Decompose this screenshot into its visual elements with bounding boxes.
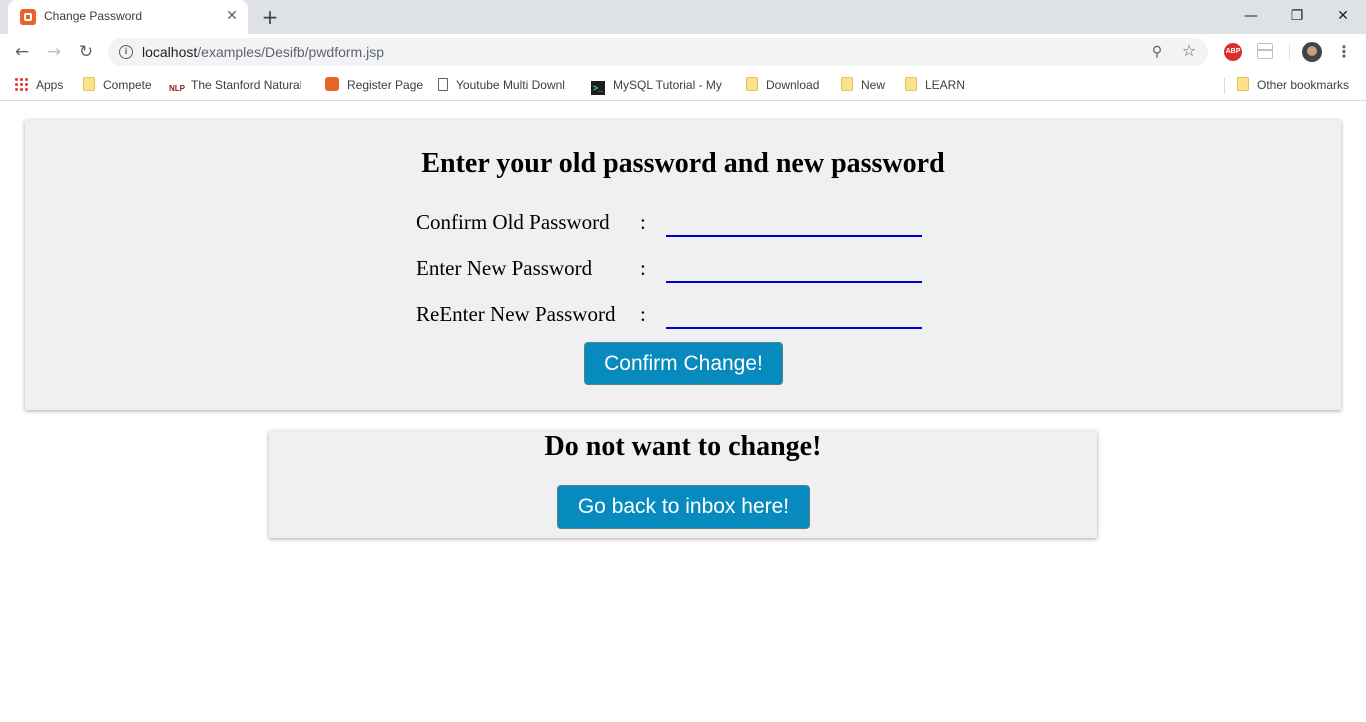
- bookmark-register-page[interactable]: Register Page: [325, 76, 423, 94]
- url-path: /examples/Desifb/pwdform.jsp: [197, 44, 385, 60]
- profile-avatar[interactable]: [1302, 42, 1322, 62]
- browser-menu-icon[interactable]: ⋮: [1336, 40, 1352, 64]
- extension-layout-icon[interactable]: [1257, 43, 1273, 59]
- bookmark-label: Compete: [103, 78, 152, 92]
- url-text[interactable]: localhost/examples/Desifb/pwdform.jsp: [142, 44, 384, 60]
- bookmark-download[interactable]: Download: [746, 76, 819, 94]
- new-password-label: Enter New Password: [416, 256, 593, 280]
- bookmark-label: New: [861, 78, 886, 92]
- folder-icon: [1237, 77, 1249, 91]
- new-password-input[interactable]: [666, 259, 922, 283]
- bookmark-new[interactable]: New: [841, 76, 885, 94]
- page-icon: [438, 78, 448, 91]
- folder-icon: [841, 77, 853, 91]
- back-arrow-icon[interactable]: ←: [10, 40, 34, 64]
- reenter-password-input[interactable]: [666, 305, 922, 329]
- bookmark-label: Download: [766, 78, 820, 92]
- go-back-heading: Do not want to change!: [544, 431, 822, 462]
- old-password-label: Confirm Old Password: [416, 210, 610, 234]
- bookmark-label: Other bookmarks: [1257, 78, 1350, 92]
- bookmark-compete[interactable]: Compete: [83, 76, 152, 94]
- bookmark-star-icon[interactable]: ☆: [1180, 42, 1198, 60]
- folder-icon: [746, 77, 758, 91]
- close-tab-icon[interactable]: ✕: [224, 8, 240, 24]
- bookmarks-bar: Apps Compete NLP The Stanford Natural Reg…: [0, 70, 1366, 101]
- field-colon: :: [640, 210, 646, 234]
- go-back-panel: Do not want to change! Go back to inbox …: [269, 431, 1097, 538]
- field-colon: :: [640, 302, 646, 326]
- bookmark-youtube-downloader[interactable]: Youtube Multi Downl: [438, 76, 568, 94]
- toolbar-divider: [1289, 44, 1290, 60]
- bookmark-mysql-tutorial[interactable]: >_ MySQL Tutorial - My: [591, 76, 725, 95]
- xampp-favicon-icon: [20, 9, 36, 25]
- change-password-panel: Enter your old password and new password…: [25, 120, 1341, 410]
- change-password-heading: Enter your old password and new password: [421, 148, 945, 179]
- browser-toolbar: ← → ↻ i localhost/examples/Desifb/pwdfor…: [0, 34, 1366, 70]
- site-info-icon[interactable]: i: [119, 45, 133, 59]
- zoom-icon[interactable]: ⚲: [1148, 43, 1166, 61]
- old-password-input[interactable]: [666, 213, 922, 237]
- bookmark-label: Youtube Multi Downl: [456, 78, 565, 92]
- tab-title: Change Password: [44, 9, 143, 23]
- tab-strip: Change Password ✕ + — ❐ ✕: [0, 0, 1366, 34]
- url-host: localhost: [142, 44, 198, 60]
- apps-grid-icon: [14, 77, 28, 91]
- adblock-plus-icon[interactable]: ABP: [1224, 43, 1242, 61]
- close-window-button[interactable]: ✕: [1320, 3, 1366, 29]
- bookmarks-divider: [1224, 78, 1225, 94]
- reload-icon[interactable]: ↻: [74, 40, 98, 64]
- bookmark-label: LEARN: [925, 78, 966, 92]
- bookmark-label: Register Page: [347, 78, 424, 92]
- bookmark-learn[interactable]: LEARN: [905, 76, 965, 94]
- restore-window-button[interactable]: ❐: [1274, 3, 1320, 29]
- bookmark-other-bookmarks[interactable]: Other bookmarks: [1237, 76, 1349, 94]
- address-bar[interactable]: i localhost/examples/Desifb/pwdform.jsp …: [108, 38, 1208, 66]
- reenter-password-label: ReEnter New Password: [416, 302, 616, 326]
- bookmark-label: Apps: [36, 78, 64, 92]
- nlp-icon: NLP: [169, 84, 185, 93]
- forward-arrow-icon[interactable]: →: [42, 40, 66, 64]
- folder-icon: [83, 77, 95, 91]
- bookmark-stanford-nlp[interactable]: NLP The Stanford Natural: [169, 76, 301, 94]
- minimize-window-button[interactable]: —: [1228, 3, 1274, 29]
- terminal-icon: >_: [591, 81, 605, 95]
- folder-icon: [905, 77, 917, 91]
- bookmark-label: MySQL Tutorial - My: [613, 78, 722, 92]
- bookmark-apps[interactable]: Apps: [14, 76, 63, 94]
- xampp-icon: [325, 77, 339, 91]
- new-tab-button[interactable]: +: [258, 5, 282, 29]
- go-back-inbox-button[interactable]: Go back to inbox here!: [557, 485, 810, 529]
- tab-change-password[interactable]: Change Password ✕: [8, 0, 248, 34]
- confirm-change-button[interactable]: Confirm Change!: [584, 342, 783, 385]
- field-colon: :: [640, 256, 646, 280]
- bookmark-label: The Stanford Natural: [191, 78, 301, 92]
